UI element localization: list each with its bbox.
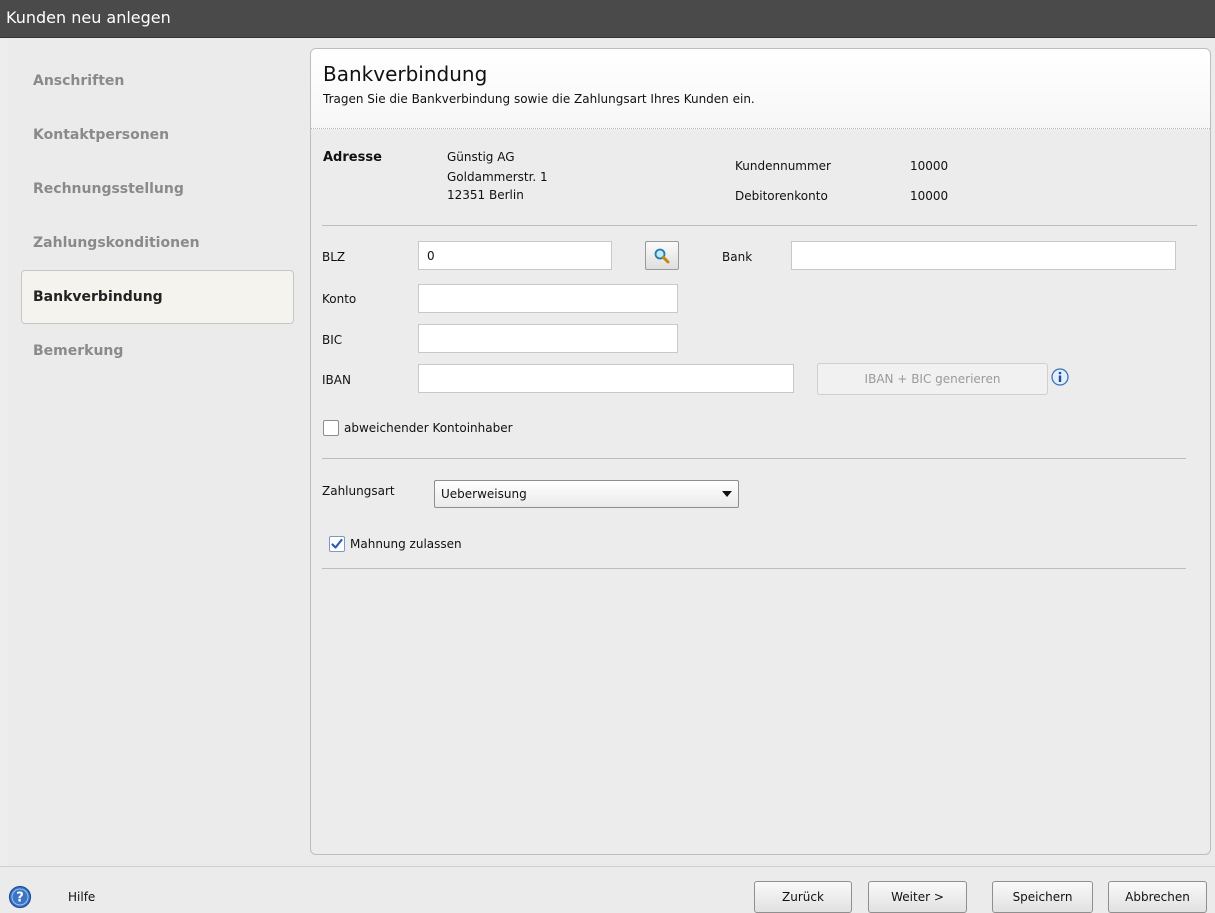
dunning-label: Mahnung zulassen bbox=[350, 537, 462, 551]
checkmark-icon bbox=[331, 538, 343, 549]
sidebar-item-bemerkung[interactable]: Bemerkung bbox=[33, 343, 123, 359]
divider bbox=[322, 568, 1186, 569]
divider bbox=[322, 225, 1197, 226]
help-label[interactable]: Hilfe bbox=[68, 890, 95, 904]
blz-input[interactable] bbox=[418, 241, 612, 270]
iban-label: IBAN bbox=[322, 373, 351, 387]
bank-input[interactable] bbox=[791, 241, 1176, 270]
kundennummer-label: Kundennummer bbox=[735, 159, 831, 173]
sidebar-item-kontaktpersonen[interactable]: Kontaktpersonen bbox=[33, 127, 169, 143]
page-title: Bankverbindung bbox=[323, 62, 488, 86]
address-label: Adresse bbox=[323, 150, 382, 165]
svg-text:?: ? bbox=[16, 891, 24, 906]
konto-label: Konto bbox=[322, 292, 357, 306]
sidebar-item-bankverbindung-label: Bankverbindung bbox=[33, 289, 163, 305]
search-icon bbox=[654, 248, 670, 264]
divider bbox=[322, 458, 1186, 459]
dunning-checkbox[interactable] bbox=[329, 536, 345, 552]
help-icon[interactable]: ? bbox=[8, 885, 32, 909]
konto-input[interactable] bbox=[418, 284, 678, 313]
kundennummer-value: 10000 bbox=[910, 159, 949, 173]
bank-label: Bank bbox=[722, 250, 753, 264]
other-holder-label: abweichender Kontoinhaber bbox=[344, 421, 513, 435]
address-line-1: Günstig AG bbox=[447, 150, 515, 164]
address-line-2: Goldammerstr. 1 bbox=[447, 170, 548, 184]
zahlungsart-label: Zahlungsart bbox=[322, 484, 395, 498]
back-button[interactable]: Zurück bbox=[754, 881, 852, 913]
sidebar-item-zahlungskonditionen[interactable]: Zahlungskonditionen bbox=[33, 235, 200, 251]
debitorenkonto-value: 10000 bbox=[910, 189, 949, 203]
address-line-3: 12351 Berlin bbox=[447, 188, 524, 202]
blz-label: BLZ bbox=[322, 250, 346, 264]
info-icon[interactable] bbox=[1050, 367, 1070, 387]
next-button[interactable]: Weiter > bbox=[868, 881, 967, 913]
iban-input[interactable] bbox=[418, 364, 794, 393]
other-holder-checkbox[interactable] bbox=[323, 420, 339, 436]
debitorenkonto-label: Debitorenkonto bbox=[735, 189, 828, 203]
sidebar-item-rechnungsstellung[interactable]: Rechnungsstellung bbox=[33, 181, 184, 197]
window-title: Kunden neu anlegen bbox=[6, 8, 171, 27]
chevron-down-icon bbox=[722, 491, 732, 497]
cancel-button[interactable]: Abbrechen bbox=[1108, 881, 1207, 913]
bic-input[interactable] bbox=[418, 324, 678, 353]
panel-header: Bankverbindung Tragen Sie die Bankverbin… bbox=[311, 49, 1210, 129]
page-subtitle: Tragen Sie die Bankverbindung sowie die … bbox=[323, 92, 755, 106]
save-button[interactable]: Speichern bbox=[992, 881, 1093, 913]
zahlungsart-select[interactable]: Ueberweisung bbox=[434, 480, 739, 508]
sidebar-item-anschriften[interactable]: Anschriften bbox=[33, 73, 124, 89]
bic-label: BIC bbox=[322, 333, 343, 347]
blz-search-button[interactable] bbox=[645, 241, 679, 270]
zahlungsart-selected: Ueberweisung bbox=[441, 487, 527, 501]
generate-iban-bic-button[interactable]: IBAN + BIC generieren bbox=[817, 363, 1048, 395]
window-titlebar: Kunden neu anlegen bbox=[0, 0, 1215, 38]
